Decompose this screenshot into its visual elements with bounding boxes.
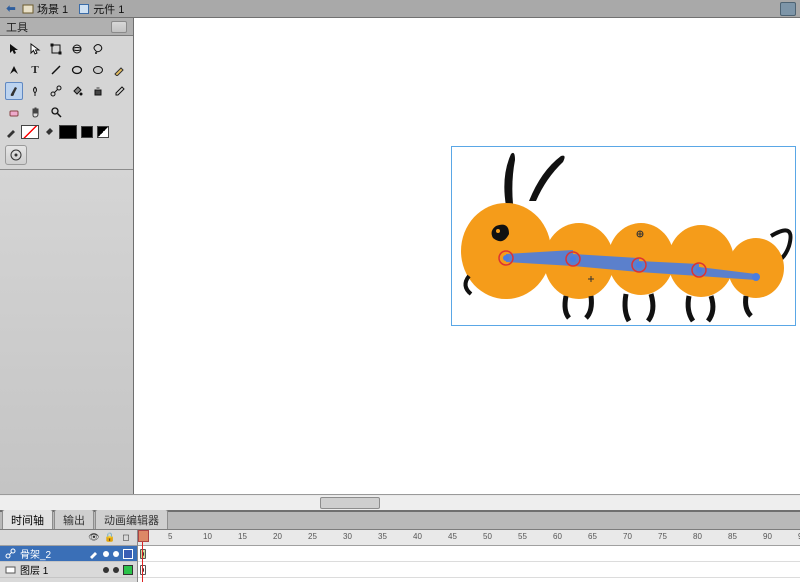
timeline-ruler[interactable]: 1510152025303540455055606570758085909510… xyxy=(138,530,800,546)
app-root: ⬅ 场景 1 元件 1 工具 xyxy=(0,0,800,582)
stage-artwork[interactable] xyxy=(451,146,796,326)
layer-color-swatch[interactable] xyxy=(123,565,133,575)
default-colors-button[interactable] xyxy=(81,126,93,138)
tools-panel-header: 工具 xyxy=(0,18,133,36)
text-tool[interactable]: T xyxy=(26,61,44,79)
workspace: 工具 T xyxy=(0,18,800,494)
timeline-body: 👁 🔒 ◻ 骨架_2 图层 1 xyxy=(0,530,800,582)
crumb-scene[interactable]: 场景 1 xyxy=(22,1,68,17)
layer-armature-name: 骨架_2 xyxy=(20,546,51,561)
tools-panel-title: 工具 xyxy=(6,19,28,35)
deco-tool[interactable] xyxy=(26,82,44,100)
snap-to-objects-button[interactable] xyxy=(5,145,27,165)
brush-tool[interactable] xyxy=(5,82,23,100)
timeline-frames[interactable]: 1510152025303540455055606570758085909510… xyxy=(138,530,800,582)
back-button[interactable]: ⬅ xyxy=(4,2,18,16)
scene-icon xyxy=(22,3,34,15)
ruler-tick: 25 xyxy=(308,532,317,541)
swap-colors-button[interactable] xyxy=(97,126,109,138)
layer-1[interactable]: 图层 1 xyxy=(0,562,137,578)
keyframe[interactable] xyxy=(140,549,146,559)
ruler-tick: 50 xyxy=(483,532,492,541)
timeline-panel: 时间轴 输出 动画编辑器 👁 🔒 ◻ 骨架_2 xyxy=(0,510,800,582)
panel-collapse-button[interactable] xyxy=(111,21,127,33)
symbol-icon xyxy=(78,3,90,15)
tab-timeline[interactable]: 时间轴 xyxy=(2,509,53,529)
ruler-tick: 75 xyxy=(658,532,667,541)
layer-1-name: 图层 1 xyxy=(20,562,48,577)
eraser-tool[interactable] xyxy=(5,103,23,121)
oval-tool[interactable] xyxy=(89,61,107,79)
ruler-tick: 35 xyxy=(378,532,387,541)
lock-dot[interactable] xyxy=(113,551,119,557)
ruler-tick: 10 xyxy=(203,532,212,541)
tool-options xyxy=(5,145,128,165)
ruler-tick: 80 xyxy=(693,532,702,541)
pencil-tool[interactable] xyxy=(110,61,128,79)
lasso-tool[interactable] xyxy=(89,40,107,58)
timeline-layers: 👁 🔒 ◻ 骨架_2 图层 1 xyxy=(0,530,138,582)
hand-tool[interactable] xyxy=(26,103,44,121)
frames-row-armature[interactable] xyxy=(138,546,800,562)
tab-output[interactable]: 输出 xyxy=(54,509,94,529)
normal-layer-icon xyxy=(4,564,16,576)
lock-dot[interactable] xyxy=(113,567,119,573)
keyframe[interactable] xyxy=(140,565,146,575)
visibility-dot[interactable] xyxy=(103,551,109,557)
outline-icon[interactable]: ◻ xyxy=(121,533,131,543)
stroke-swatch[interactable] xyxy=(21,125,39,139)
bottom-panel-tabs: 时间轴 输出 动画编辑器 xyxy=(0,512,800,530)
scrollbar-thumb[interactable] xyxy=(320,497,380,509)
ruler-tick: 30 xyxy=(343,532,352,541)
ruler-tick: 5 xyxy=(168,532,172,541)
lock-icon[interactable]: 🔒 xyxy=(105,533,115,543)
edit-bar: ⬅ 场景 1 元件 1 xyxy=(0,0,800,18)
fill-color-icon xyxy=(43,126,55,138)
zoom-tool[interactable] xyxy=(47,103,65,121)
frames-row-layer1[interactable] xyxy=(138,562,800,578)
rectangle-tool[interactable] xyxy=(68,61,86,79)
ruler-tick: 85 xyxy=(728,532,737,541)
ruler-tick: 45 xyxy=(448,532,457,541)
timeline-layer-header: 👁 🔒 ◻ xyxy=(0,530,137,546)
stroke-color-icon xyxy=(5,126,17,138)
bone-tool[interactable] xyxy=(47,82,65,100)
ruler-tick: 40 xyxy=(413,532,422,541)
line-tool[interactable] xyxy=(47,61,65,79)
playhead[interactable] xyxy=(142,530,143,582)
crumb-symbol[interactable]: 元件 1 xyxy=(78,1,124,17)
armature-layer-icon xyxy=(4,548,16,560)
stage[interactable] xyxy=(134,18,800,494)
ink-bottle-tool[interactable] xyxy=(89,82,107,100)
eyedropper-tool[interactable] xyxy=(110,82,128,100)
stage-horizontal-scrollbar[interactable] xyxy=(0,494,800,510)
tools-panel: T xyxy=(0,36,133,170)
pencil-icon xyxy=(89,549,99,559)
paint-bucket-tool[interactable] xyxy=(68,82,86,100)
edit-scene-menu[interactable] xyxy=(780,2,796,16)
ruler-tick: 65 xyxy=(588,532,597,541)
ruler-tick: 90 xyxy=(763,532,772,541)
selection-tool[interactable] xyxy=(5,40,23,58)
free-transform-tool[interactable] xyxy=(47,40,65,58)
ruler-tick: 20 xyxy=(273,532,282,541)
ruler-tick: 60 xyxy=(553,532,562,541)
tools-panel-fill xyxy=(0,170,133,494)
ruler-tick: 15 xyxy=(238,532,247,541)
ruler-tick: 70 xyxy=(623,532,632,541)
crumb-symbol-label: 元件 1 xyxy=(93,1,124,17)
layer-color-swatch[interactable] xyxy=(123,549,133,559)
layer-armature[interactable]: 骨架_2 xyxy=(0,546,137,562)
subselection-tool[interactable] xyxy=(26,40,44,58)
ruler-tick: 55 xyxy=(518,532,527,541)
crumb-scene-label: 场景 1 xyxy=(37,1,68,17)
tools-column: 工具 T xyxy=(0,18,134,494)
visibility-dot[interactable] xyxy=(103,567,109,573)
eye-icon[interactable]: 👁 xyxy=(89,533,99,543)
fill-swatch[interactable] xyxy=(59,125,77,139)
3d-rotation-tool[interactable] xyxy=(68,40,86,58)
tab-motion-editor[interactable]: 动画编辑器 xyxy=(95,509,168,529)
pen-tool[interactable] xyxy=(5,61,23,79)
color-swatches xyxy=(5,125,128,139)
